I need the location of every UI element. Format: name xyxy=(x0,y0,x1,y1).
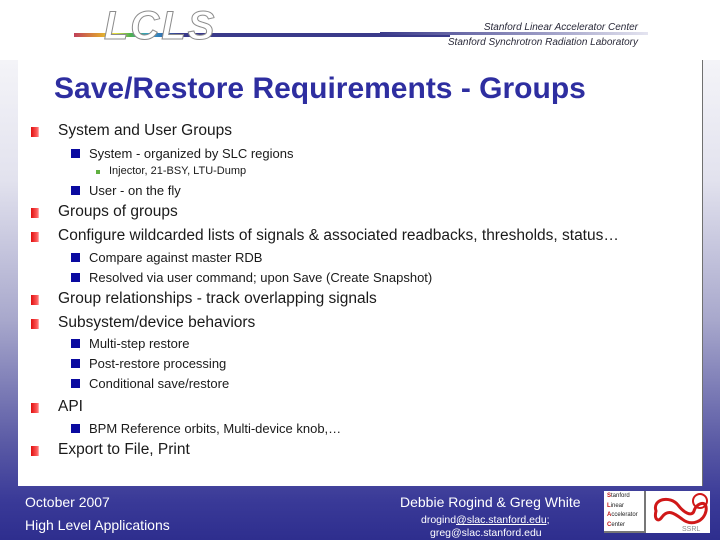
org-name-slac: Stanford Linear Accelerator Center xyxy=(483,22,638,33)
bullet-item-level-3: Injector, 21-BSY, LTU-Dump xyxy=(109,165,247,177)
email-1-user: drogind xyxy=(421,514,457,526)
bullet-item-level-1: Group relationships - track overlapping … xyxy=(58,290,377,307)
ssrl-caption: SSRL xyxy=(682,526,700,533)
bullet-marker-level-2 xyxy=(71,424,80,433)
bullet-item-level-2: Post-restore processing xyxy=(89,356,227,371)
bullet-marker-level-3 xyxy=(96,170,100,174)
bullet-item-level-1: Configure wildcarded lists of signals & … xyxy=(58,227,619,244)
bullet-item-level-2: Conditional save/restore xyxy=(89,376,230,391)
bullet-marker-level-2 xyxy=(71,149,80,158)
slac-logo-line: Accelerator xyxy=(607,512,638,518)
bullet-item-level-1: Export to File, Print xyxy=(58,441,190,458)
slide-title: Save/Restore Requirements - Groups xyxy=(54,72,586,105)
lcls-logo-text: LCLS xyxy=(103,4,217,49)
footer-email-2: greg@slac.stanford.edu xyxy=(430,527,542,539)
org-name-ssrl: Stanford Synchrotron Radiation Laborator… xyxy=(447,37,638,48)
bullet-item-level-2: Compare against master RDB xyxy=(89,250,263,265)
bullet-marker-level-2 xyxy=(71,379,80,388)
footer-date: October 2007 xyxy=(25,494,110,510)
bullet-item-level-1: System and User Groups xyxy=(58,122,233,139)
slac-logo-box: Stanford Linear Accelerator Center xyxy=(604,491,646,533)
bullet-item-level-2: Resolved via user command; upon Save (Cr… xyxy=(89,270,433,285)
bullet-marker-level-1 xyxy=(31,446,39,456)
bullet-marker-level-1 xyxy=(31,208,39,218)
lcls-logo: LCLS xyxy=(74,4,454,50)
bullet-item-level-2: User - on the fly xyxy=(89,183,181,198)
bullet-marker-level-1 xyxy=(31,295,39,305)
bullet-marker-level-2 xyxy=(71,273,80,282)
slac-logo-line: Stanford xyxy=(607,493,630,499)
bullet-marker-level-1 xyxy=(31,403,39,413)
footer-email-1: drogind@slac.stanford.edu; xyxy=(421,514,550,526)
bullet-marker-level-2 xyxy=(71,186,80,195)
email-1-link[interactable]: @slac.stanford.edu xyxy=(456,514,547,526)
bullet-marker-level-1 xyxy=(31,127,39,137)
bullet-marker-level-1 xyxy=(31,232,39,242)
email-1-separator: ; xyxy=(546,514,550,526)
bullet-marker-level-2 xyxy=(71,339,80,348)
slac-logo-line: Center xyxy=(607,521,626,528)
ssrl-ring-icon: SSRL xyxy=(653,493,708,533)
bullet-item-level-1: Subsystem/device behaviors xyxy=(58,314,256,331)
bullet-item-level-1: API xyxy=(58,398,83,415)
bullet-item-level-2: System - organized by SLC regions xyxy=(89,146,294,161)
bullet-item-level-1: Groups of groups xyxy=(58,203,178,220)
bullet-marker-level-1 xyxy=(31,319,39,329)
slac-logo-line: Linear xyxy=(607,502,625,509)
slac-ssrl-logo: Stanford Linear Accelerator Center SSRL xyxy=(604,491,710,533)
bullet-marker-level-2 xyxy=(71,253,80,262)
bullet-item-level-2: Multi-step restore xyxy=(89,336,190,351)
slide-header: LCLS Stanford Linear Accelerator Center … xyxy=(0,0,720,60)
footer-topic: High Level Applications xyxy=(25,517,170,533)
bullet-marker-level-2 xyxy=(71,359,80,368)
footer-authors: Debbie Rogind & Greg White xyxy=(400,494,581,510)
bullet-item-level-2: BPM Reference orbits, Multi-device knob,… xyxy=(89,421,342,436)
